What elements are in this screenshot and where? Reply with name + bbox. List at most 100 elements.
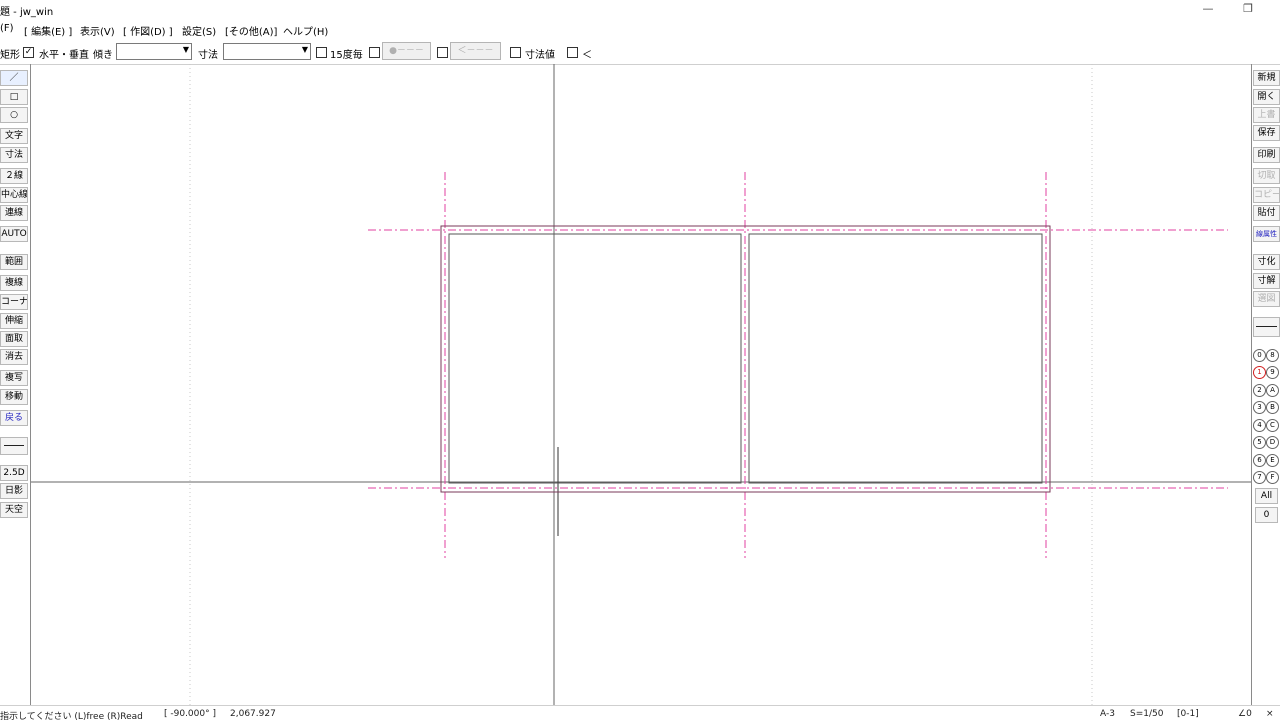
- layer-1-button[interactable]: 1: [1253, 366, 1266, 379]
- cut-button[interactable]: 切取: [1253, 168, 1280, 184]
- dimension-group-button[interactable]: 寸化: [1253, 254, 1280, 270]
- room-left-rect: [448, 233, 742, 484]
- tool-sky[interactable]: 天空: [0, 502, 28, 518]
- status-bar: 指示してください (L)free (R)Read [ -90.000° ] 2,…: [0, 705, 1280, 720]
- tool-copy[interactable]: 複写: [0, 370, 28, 386]
- line-color-icon: [1256, 326, 1277, 327]
- menu-file[interactable]: (F): [0, 23, 14, 34]
- tool-circle[interactable]: ○: [0, 107, 28, 123]
- paper-size[interactable]: A-3: [1100, 709, 1115, 719]
- tool-move[interactable]: 移動: [0, 389, 28, 405]
- overwrite-button[interactable]: 上書: [1253, 107, 1280, 123]
- restore-icon[interactable]: ❐: [1237, 2, 1259, 16]
- tool-shadow[interactable]: 日影: [0, 483, 28, 499]
- room-right-rect: [748, 233, 1043, 484]
- deg15-label: 15度毎: [330, 50, 363, 61]
- arrow-line-button[interactable]: ＜－－－: [450, 42, 501, 60]
- tool-range[interactable]: 範囲: [0, 254, 28, 270]
- tool-dimension[interactable]: 寸法: [0, 147, 28, 163]
- tool-2-5d[interactable]: 2.5D: [0, 465, 28, 481]
- left-toolbar: ／ □ ○ 文字 寸法 ２線 中心線 連線 AUTO 範囲 複線 コーナー 伸縮…: [0, 68, 29, 704]
- scale-indicator[interactable]: S=1/50: [1130, 709, 1163, 719]
- status-length: 2,067.927: [230, 709, 276, 719]
- tool-line[interactable]: ／: [0, 70, 28, 86]
- layer-group-indicator[interactable]: [0-1]: [1177, 709, 1199, 719]
- line-color-button[interactable]: [1253, 317, 1280, 337]
- angle-mode-indicator[interactable]: ∠0: [1238, 709, 1252, 719]
- dot-line-button[interactable]: ●－－－: [382, 42, 431, 60]
- tool-corner[interactable]: コーナー: [0, 294, 28, 310]
- layer-2-button[interactable]: 2: [1253, 384, 1266, 397]
- layer-d-button[interactable]: D: [1266, 436, 1279, 449]
- layer-e-button[interactable]: E: [1266, 454, 1279, 467]
- control-bar: 矩形 ✓ 水平・垂直 傾き ▼ 寸法 ▼ 15度毎 ●－－－ ＜－－－ 寸法値 …: [0, 38, 1280, 65]
- dimval-checkbox[interactable]: [510, 47, 521, 58]
- slope-label: 傾き: [93, 50, 113, 61]
- menu-bar: (F) [ 編集(E) ] 表示(V) [ 作図(D) ] 設定(S) [その他…: [0, 20, 1280, 38]
- dim-label: 寸法: [198, 50, 218, 61]
- jw-win-app: 題 - jw_win — ❐ (F) [ 編集(E) ] 表示(V) [ 作図(…: [0, 0, 1280, 720]
- tool-continuous-line[interactable]: 連線: [0, 205, 28, 221]
- arrow-checkbox[interactable]: [437, 47, 448, 58]
- print-button[interactable]: 印刷: [1253, 147, 1280, 163]
- dimval-label: 寸法値: [525, 50, 555, 61]
- new-button[interactable]: 新規: [1253, 70, 1280, 86]
- line-type-icon: [4, 445, 24, 446]
- open-button[interactable]: 開く: [1253, 89, 1280, 105]
- layer-7-button[interactable]: 7: [1253, 471, 1266, 484]
- layer-b-button[interactable]: B: [1266, 401, 1279, 414]
- dimension-ungroup-button[interactable]: 寸解: [1253, 273, 1280, 289]
- layer-6-button[interactable]: 6: [1253, 454, 1266, 467]
- paste-button[interactable]: 貼付: [1253, 205, 1280, 221]
- layer-a-button[interactable]: A: [1266, 384, 1279, 397]
- deg15-checkbox[interactable]: [316, 47, 327, 58]
- tool-rectangle[interactable]: □: [0, 89, 28, 105]
- drawing-svg: [31, 64, 1251, 705]
- layer-9-button[interactable]: 9: [1266, 366, 1279, 379]
- line-attribute-button[interactable]: 線属性: [1253, 226, 1280, 242]
- menu-edit[interactable]: [ 編集(E) ]: [24, 23, 72, 38]
- dim-select[interactable]: ▼: [223, 43, 311, 60]
- status-message: 指示してください (L)free (R)Read: [0, 712, 143, 720]
- copy-button[interactable]: コピー: [1253, 187, 1280, 203]
- tool-chamfer[interactable]: 面取: [0, 331, 28, 347]
- chevron-down-icon: ▼: [301, 45, 308, 54]
- tool-double-line[interactable]: ２線: [0, 168, 28, 184]
- last-label: ＜: [582, 50, 592, 61]
- tool-auto[interactable]: AUTO: [0, 226, 28, 242]
- menu-view[interactable]: 表示(V): [80, 23, 115, 38]
- tool-erase[interactable]: 消去: [0, 349, 28, 365]
- save-button[interactable]: 保存: [1253, 125, 1280, 141]
- chevron-down-icon: ▼: [182, 45, 189, 54]
- last-checkbox[interactable]: [567, 47, 578, 58]
- layer-f-button[interactable]: F: [1266, 471, 1279, 484]
- tool-parallel-line[interactable]: 複線: [0, 275, 28, 291]
- right-toolbar: 新規 開く 上書 保存 印刷 切取 コピー 貼付 線属性 寸化 寸解 選図 0 …: [1251, 68, 1280, 704]
- layer-0-button[interactable]: 0: [1253, 349, 1266, 362]
- rect-label: 矩形: [0, 50, 20, 61]
- menu-draw[interactable]: [ 作図(D) ]: [123, 23, 173, 38]
- select-drawing-button[interactable]: 選図: [1253, 291, 1280, 307]
- line-type-button[interactable]: [0, 437, 28, 455]
- menu-settings[interactable]: 設定(S): [182, 23, 216, 38]
- slope-select[interactable]: ▼: [116, 43, 192, 60]
- hv-checkbox[interactable]: ✓: [23, 47, 34, 58]
- layer-5-button[interactable]: 5: [1253, 436, 1266, 449]
- tool-text[interactable]: 文字: [0, 128, 28, 144]
- layer-4-button[interactable]: 4: [1253, 419, 1266, 432]
- all-layers-button[interactable]: All: [1255, 488, 1278, 504]
- dot-checkbox[interactable]: [369, 47, 380, 58]
- layer-3-button[interactable]: 3: [1253, 401, 1266, 414]
- menu-other[interactable]: [その他(A)]: [225, 23, 277, 38]
- layer-c-button[interactable]: C: [1266, 419, 1279, 432]
- drawing-canvas[interactable]: [30, 64, 1252, 705]
- close-icon[interactable]: ×: [1266, 709, 1274, 719]
- tool-undo[interactable]: 戻る: [0, 410, 28, 426]
- layer-8-button[interactable]: 8: [1266, 349, 1279, 362]
- tool-center-line[interactable]: 中心線: [0, 187, 28, 203]
- menu-help[interactable]: ヘルプ(H): [283, 23, 328, 38]
- tool-extend[interactable]: 伸縮: [0, 313, 28, 329]
- hv-label: 水平・垂直: [39, 50, 89, 61]
- layer-group-button[interactable]: 0: [1255, 507, 1278, 523]
- minimize-icon[interactable]: —: [1197, 2, 1219, 16]
